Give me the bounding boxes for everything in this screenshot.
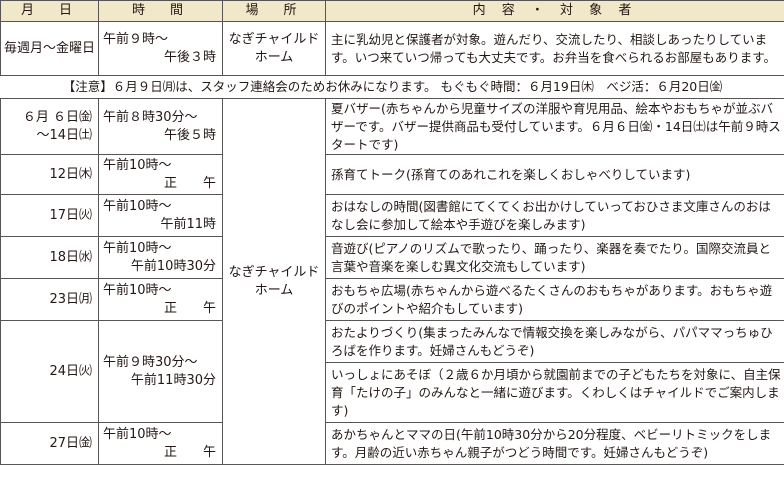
- event-date: 27日㈮: [0, 422, 99, 465]
- time-start: 午前10時〜: [103, 157, 172, 173]
- time-end: 午前11時: [160, 216, 216, 232]
- event-time: 午前10時〜 正 午: [98, 422, 223, 465]
- event-desc: おはなしの時間(図書館にてくてくお出かけしていっておひさま文庫さんのおはなし会に…: [325, 194, 784, 237]
- table-row: 23日㈪ 午前10時〜 正 午 おもちゃ広場(赤ちゃんから遊べるたくさんのおもち…: [0, 278, 784, 321]
- notice-row: 【注意】６月９日㈪は、スタッフ連絡会のためお休みになります。 もぐもぐ時間：６月…: [0, 75, 784, 99]
- event-desc: 孫育てトーク(孫育てのあれこれを楽しくおしゃべりしています): [325, 154, 784, 195]
- time-start: 午前８時30分〜: [103, 109, 198, 125]
- event-time: 午前10時〜 正 午: [98, 278, 223, 321]
- event-desc: あかちゃんとママの日(午前10時30分から20分程度、ベビーリトミックをします。…: [325, 422, 784, 465]
- event-date: ６月 ６日㈮ 〜14日㈯: [0, 98, 99, 155]
- weekday-time: 午前９時〜 午後３時: [98, 21, 223, 76]
- time-end: 午前11時30分: [130, 372, 216, 388]
- event-time: 午前９時30分〜 午前11時30分: [98, 320, 223, 423]
- event-date: 12日㈭: [0, 154, 99, 195]
- time-start: 午前９時〜: [103, 31, 169, 47]
- event-desc: 夏バザー(赤ちゃんから児童サイズの洋服や育児用品、絵本やおもちゃが並ぶバザーです…: [325, 98, 784, 155]
- shared-place: なぎチャイルドホーム: [222, 98, 326, 465]
- time-end: 午後５時: [163, 127, 216, 143]
- date-end: 〜14日㈯: [36, 127, 92, 143]
- event-desc: おもちゃ広場(赤ちゃんから遊べるたくさんのおもちゃがあります。おもちゃ遊びのポイ…: [325, 278, 784, 321]
- notice-text: 【注意】６月９日㈪は、スタッフ連絡会のためお休みになります。 もぐもぐ時間：６月…: [0, 75, 784, 99]
- table-row: 27日㈮ 午前10時〜 正 午 あかちゃんとママの日(午前10時30分から20分…: [0, 422, 784, 465]
- event-time: 午前10時〜 正 午: [98, 154, 223, 195]
- time-end: 正 午: [163, 175, 216, 191]
- event-time: 午前10時〜 午前10時30分: [98, 236, 223, 279]
- time-end: 午後３時: [163, 49, 216, 65]
- time-start: 午前９時30分〜: [103, 354, 198, 370]
- event-desc: おたよりづくり(集まったみんなで情報交換を楽しみながら、パパママっちゅひろばを作…: [325, 320, 784, 363]
- event-date: 18日㈬: [0, 236, 99, 279]
- event-date: 23日㈪: [0, 278, 99, 321]
- table-row: 24日㈫ 午前９時30分〜 午前11時30分 おたよりづくり(集まったみんなで情…: [0, 320, 784, 423]
- weekday-desc: 主に乳幼児と保護者が対象。遊んだり、交流したり、相談しあったりしています。いつ来…: [325, 21, 784, 76]
- event-desc-secondary: いっしょにあそぼ（２歳６か月頃から就園前までの子どもたちを対象に、自主保育「たけ…: [325, 362, 784, 423]
- table-row: 18日㈬ 午前10時〜 午前10時30分 音遊び(ピアノのリズムで歌ったり、踊っ…: [0, 236, 784, 279]
- event-time: 午前10時〜 午前11時: [98, 194, 223, 237]
- header-place: 場 所: [222, 0, 326, 22]
- header-time: 時 間: [98, 0, 223, 22]
- table-row: ６月 ６日㈮ 〜14日㈯ 午前８時30分〜 午後５時 なぎチャイルドホーム 夏バ…: [0, 98, 784, 465]
- table-row: 毎週月〜金曜日 午前９時〜 午後３時 なぎチャイルドホーム 主に乳幼児と保護者が…: [0, 21, 784, 76]
- time-end: 正 午: [163, 444, 216, 460]
- time-start: 午前10時〜: [103, 282, 172, 298]
- event-date: 24日㈫: [0, 320, 99, 423]
- header-content: 内 容 ・ 対 象 者: [325, 0, 784, 22]
- event-date: 17日㈫: [0, 194, 99, 237]
- weekday-date: 毎週月〜金曜日: [0, 21, 99, 76]
- time-end: 午前10時30分: [130, 258, 216, 274]
- time-start: 午前10時〜: [103, 198, 172, 214]
- table-row: 12日㈭ 午前10時〜 正 午 孫育てトーク(孫育てのあれこれを楽しくおしゃべり…: [0, 154, 784, 195]
- event-desc: 音遊び(ピアノのリズムで歌ったり、踊ったり、楽器を奏でたり。国際交流員と言葉や音…: [325, 236, 784, 279]
- date-start: ６月 ６日㈮: [22, 109, 92, 125]
- event-time: 午前８時30分〜 午後５時: [98, 98, 223, 155]
- weekday-place: なぎチャイルドホーム: [222, 21, 326, 76]
- time-end: 正 午: [163, 300, 216, 316]
- table-row: 17日㈫ 午前10時〜 午前11時 おはなしの時間(図書館にてくてくお出かけして…: [0, 194, 784, 237]
- event-schedule-table: 月 日 時 間 場 所 内 容 ・ 対 象 者 毎週月〜金曜日 午前９時〜 午後…: [0, 0, 784, 465]
- time-start: 午前10時〜: [103, 240, 172, 256]
- table-header-row: 月 日 時 間 場 所 内 容 ・ 対 象 者: [0, 0, 784, 22]
- header-date: 月 日: [0, 0, 99, 22]
- time-start: 午前10時〜: [103, 426, 172, 442]
